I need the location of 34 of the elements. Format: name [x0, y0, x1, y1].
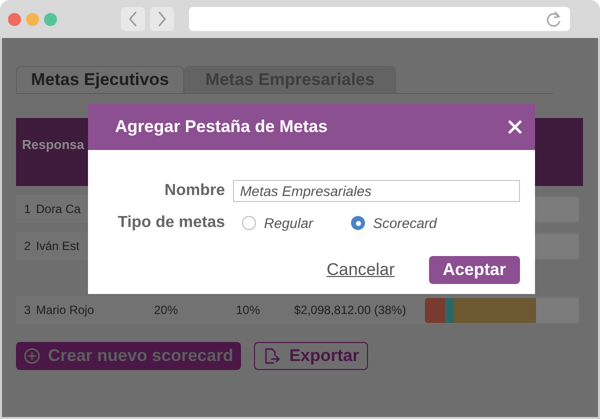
plus-circle-icon: [24, 348, 40, 364]
maximize-window-dot[interactable]: [44, 12, 57, 26]
export-file-icon: [263, 347, 282, 365]
table-cell-text: 20%: [153, 303, 180, 317]
radio-button[interactable]: [351, 216, 366, 230]
reload-icon[interactable]: [545, 10, 562, 28]
forward-button[interactable]: [150, 7, 174, 31]
back-button[interactable]: [121, 7, 145, 31]
dialog-title: Agregar Pestaña de Metas: [115, 117, 328, 137]
accept-button[interactable]: Aceptar: [428, 256, 520, 284]
radio-label: Regular: [264, 215, 314, 231]
table-cell-text: Iván Est: [35, 239, 80, 253]
name-input[interactable]: Metas Empresariales: [233, 180, 520, 202]
table-cell-text: Dora Ca: [35, 202, 82, 216]
row-number: 3: [23, 303, 32, 317]
export-button[interactable]: Exportar: [254, 342, 368, 370]
table-cell-text: Mario Rojo: [35, 303, 96, 317]
minimize-window-dot[interactable]: [26, 12, 39, 26]
table-cell-text: $2,098,812.00 (38%): [293, 303, 408, 317]
radio-button[interactable]: [242, 216, 256, 230]
tab[interactable]: Metas Ejecutivos: [16, 66, 184, 93]
column-header: Responsa: [22, 137, 84, 152]
create-button[interactable]: Crear nuevo scorecard: [16, 342, 242, 370]
chevron-right-icon: [157, 11, 167, 27]
close-button[interactable]: [507, 119, 523, 135]
cancel-link[interactable]: Cancelar: [326, 260, 395, 280]
close-window-dot[interactable]: [8, 12, 21, 26]
chevron-left-icon: [128, 11, 138, 27]
radio-label: Scorecard: [373, 215, 437, 231]
table-cell-text: 10%: [235, 303, 262, 317]
field-label: Tipo de metas: [116, 214, 225, 232]
row-number: 2: [23, 239, 32, 253]
field-label: Nombre: [164, 182, 225, 200]
row-number: 1: [23, 202, 32, 216]
